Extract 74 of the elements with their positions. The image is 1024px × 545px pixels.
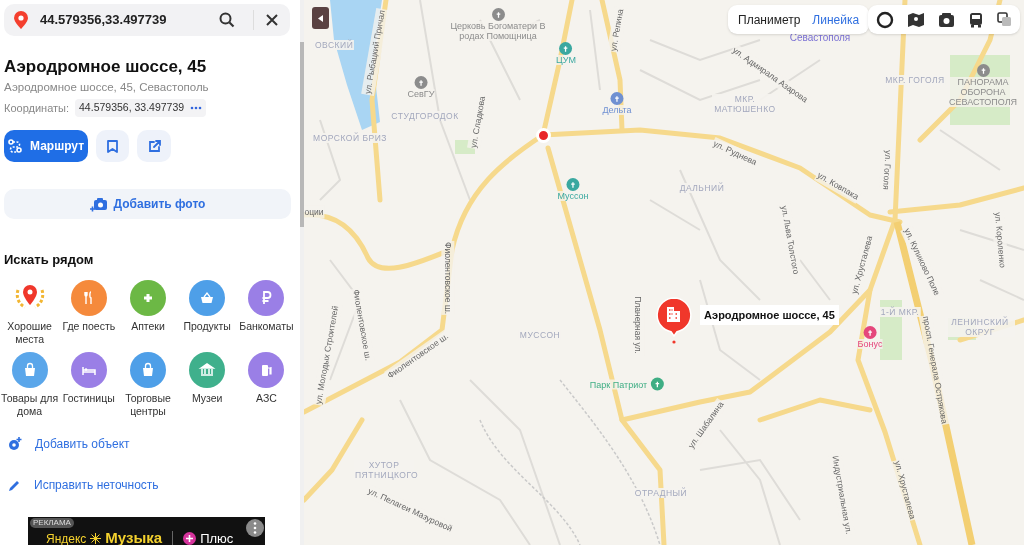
nearby-category[interactable]: Товары для дома xyxy=(0,351,60,418)
collapse-panel-button[interactable] xyxy=(312,7,329,29)
district-label: МУССОН xyxy=(518,330,562,340)
nearby-category[interactable]: Аптеки xyxy=(118,279,178,346)
sun-icon xyxy=(90,533,102,544)
coordinates-chip[interactable]: 44.579356, 33.497739 xyxy=(75,99,207,117)
place-label: Севастополя xyxy=(789,30,851,45)
bookmark-button[interactable] xyxy=(96,130,129,162)
add-photo-icon xyxy=(89,196,108,212)
camera-icon[interactable] xyxy=(938,11,955,28)
ad-plus: Плюс xyxy=(200,529,234,545)
bus-icon[interactable] xyxy=(968,11,984,28)
map-tool-tab[interactable]: Планиметр xyxy=(738,10,801,29)
nearby-category[interactable]: Где поесть xyxy=(59,279,119,346)
scrollbar-thumb[interactable] xyxy=(300,42,304,227)
map-tool-tab[interactable]: Линейка xyxy=(812,10,860,29)
search-icon[interactable] xyxy=(219,12,235,28)
route-button[interactable]: Маршрут xyxy=(4,130,88,162)
ad-badge: РЕКЛАМА xyxy=(30,517,74,528)
place-title: Аэродромное шоссе, 45 xyxy=(4,56,208,78)
share-icon xyxy=(147,139,161,153)
poi-label: Бонус xyxy=(857,339,883,349)
map-book-icon[interactable] xyxy=(907,11,925,28)
poi-label: Церковь Богоматери В родах Помощница xyxy=(450,21,546,41)
ring-icon[interactable] xyxy=(876,10,894,29)
pin-icon xyxy=(14,11,28,29)
nearby-category[interactable]: Банкоматы xyxy=(236,279,296,346)
kebab-menu-icon[interactable] xyxy=(246,518,264,537)
district-label: ДАЛЬНИЙ xyxy=(678,183,726,193)
district-label: 1-Й МКР. xyxy=(879,307,921,317)
report-error-link[interactable]: Исправить неточность xyxy=(4,464,296,506)
poi-label: Дельта xyxy=(602,105,632,115)
street-label: ул. Короленко xyxy=(991,210,1009,270)
pencil-icon xyxy=(8,478,21,492)
nearby-category[interactable]: Хорошие места xyxy=(0,279,60,346)
triangle-left-icon xyxy=(318,14,323,22)
street-label: ул. Льва Толстого xyxy=(777,203,803,277)
coordinates-label: Координаты: xyxy=(4,100,70,116)
add-object-link[interactable]: Добавить объект xyxy=(4,423,296,465)
poi-label: Парк Патриот xyxy=(589,379,648,389)
poi-label: Муссон xyxy=(557,191,589,201)
search-field[interactable]: 44.579356,33.497739 xyxy=(4,4,290,36)
street-label: Фиолентовское ш. xyxy=(441,240,455,316)
route-icon xyxy=(8,139,22,153)
bookmark-icon xyxy=(107,139,118,153)
district-label: СТУДГОРОДОК xyxy=(390,111,460,121)
nearby-category[interactable]: Гостиницы xyxy=(59,351,119,418)
district-label: ОВСКИЙ xyxy=(313,40,355,50)
add-photo-button[interactable]: Добавить фото xyxy=(4,189,291,219)
district-label: МКР. ГОГОЛЯ xyxy=(884,75,946,85)
plus-logo-icon xyxy=(183,532,197,545)
poi-label: СевГУ xyxy=(407,89,435,99)
nearby-category[interactable]: Музеи xyxy=(177,351,237,418)
coordinates-value: 44.579356, 33.497739 xyxy=(79,100,185,116)
nearby-category[interactable]: АЗС xyxy=(236,351,296,418)
poi-label: ЦУМ xyxy=(556,55,576,65)
district-label: МОРСКОЙ БРИЗ xyxy=(312,133,388,143)
marker-label: Аэродромное шоссе, 45 xyxy=(700,304,839,326)
search-value: 44.579356,33.497739 xyxy=(40,11,168,30)
add-place-icon xyxy=(8,437,22,451)
district-label: ОТРАДНЫЙ xyxy=(633,488,689,498)
nearby-category[interactable]: Продукты xyxy=(177,279,237,346)
district-label: МКР. МАТЮШЕНКО xyxy=(712,94,778,114)
share-button[interactable] xyxy=(137,130,171,162)
poi-label: ПАНОРАМА ОБОРОНА СЕВАСТОПОЛЯ xyxy=(948,77,1018,107)
close-icon[interactable] xyxy=(266,14,278,26)
nearby-category[interactable]: Торговые центры xyxy=(118,351,178,418)
building-marker-icon xyxy=(656,297,692,345)
more-icon[interactable] xyxy=(190,106,203,111)
ad-brand: Яндекс xyxy=(46,530,87,545)
place-address: Аэродромное шоссе, 45, Севастополь xyxy=(4,80,210,95)
section-heading: Искать рядом xyxy=(4,251,95,269)
district-label: ЛЕНИНСКИЙ ОКРУГ xyxy=(945,317,1015,337)
layers-icon[interactable] xyxy=(997,12,1012,27)
